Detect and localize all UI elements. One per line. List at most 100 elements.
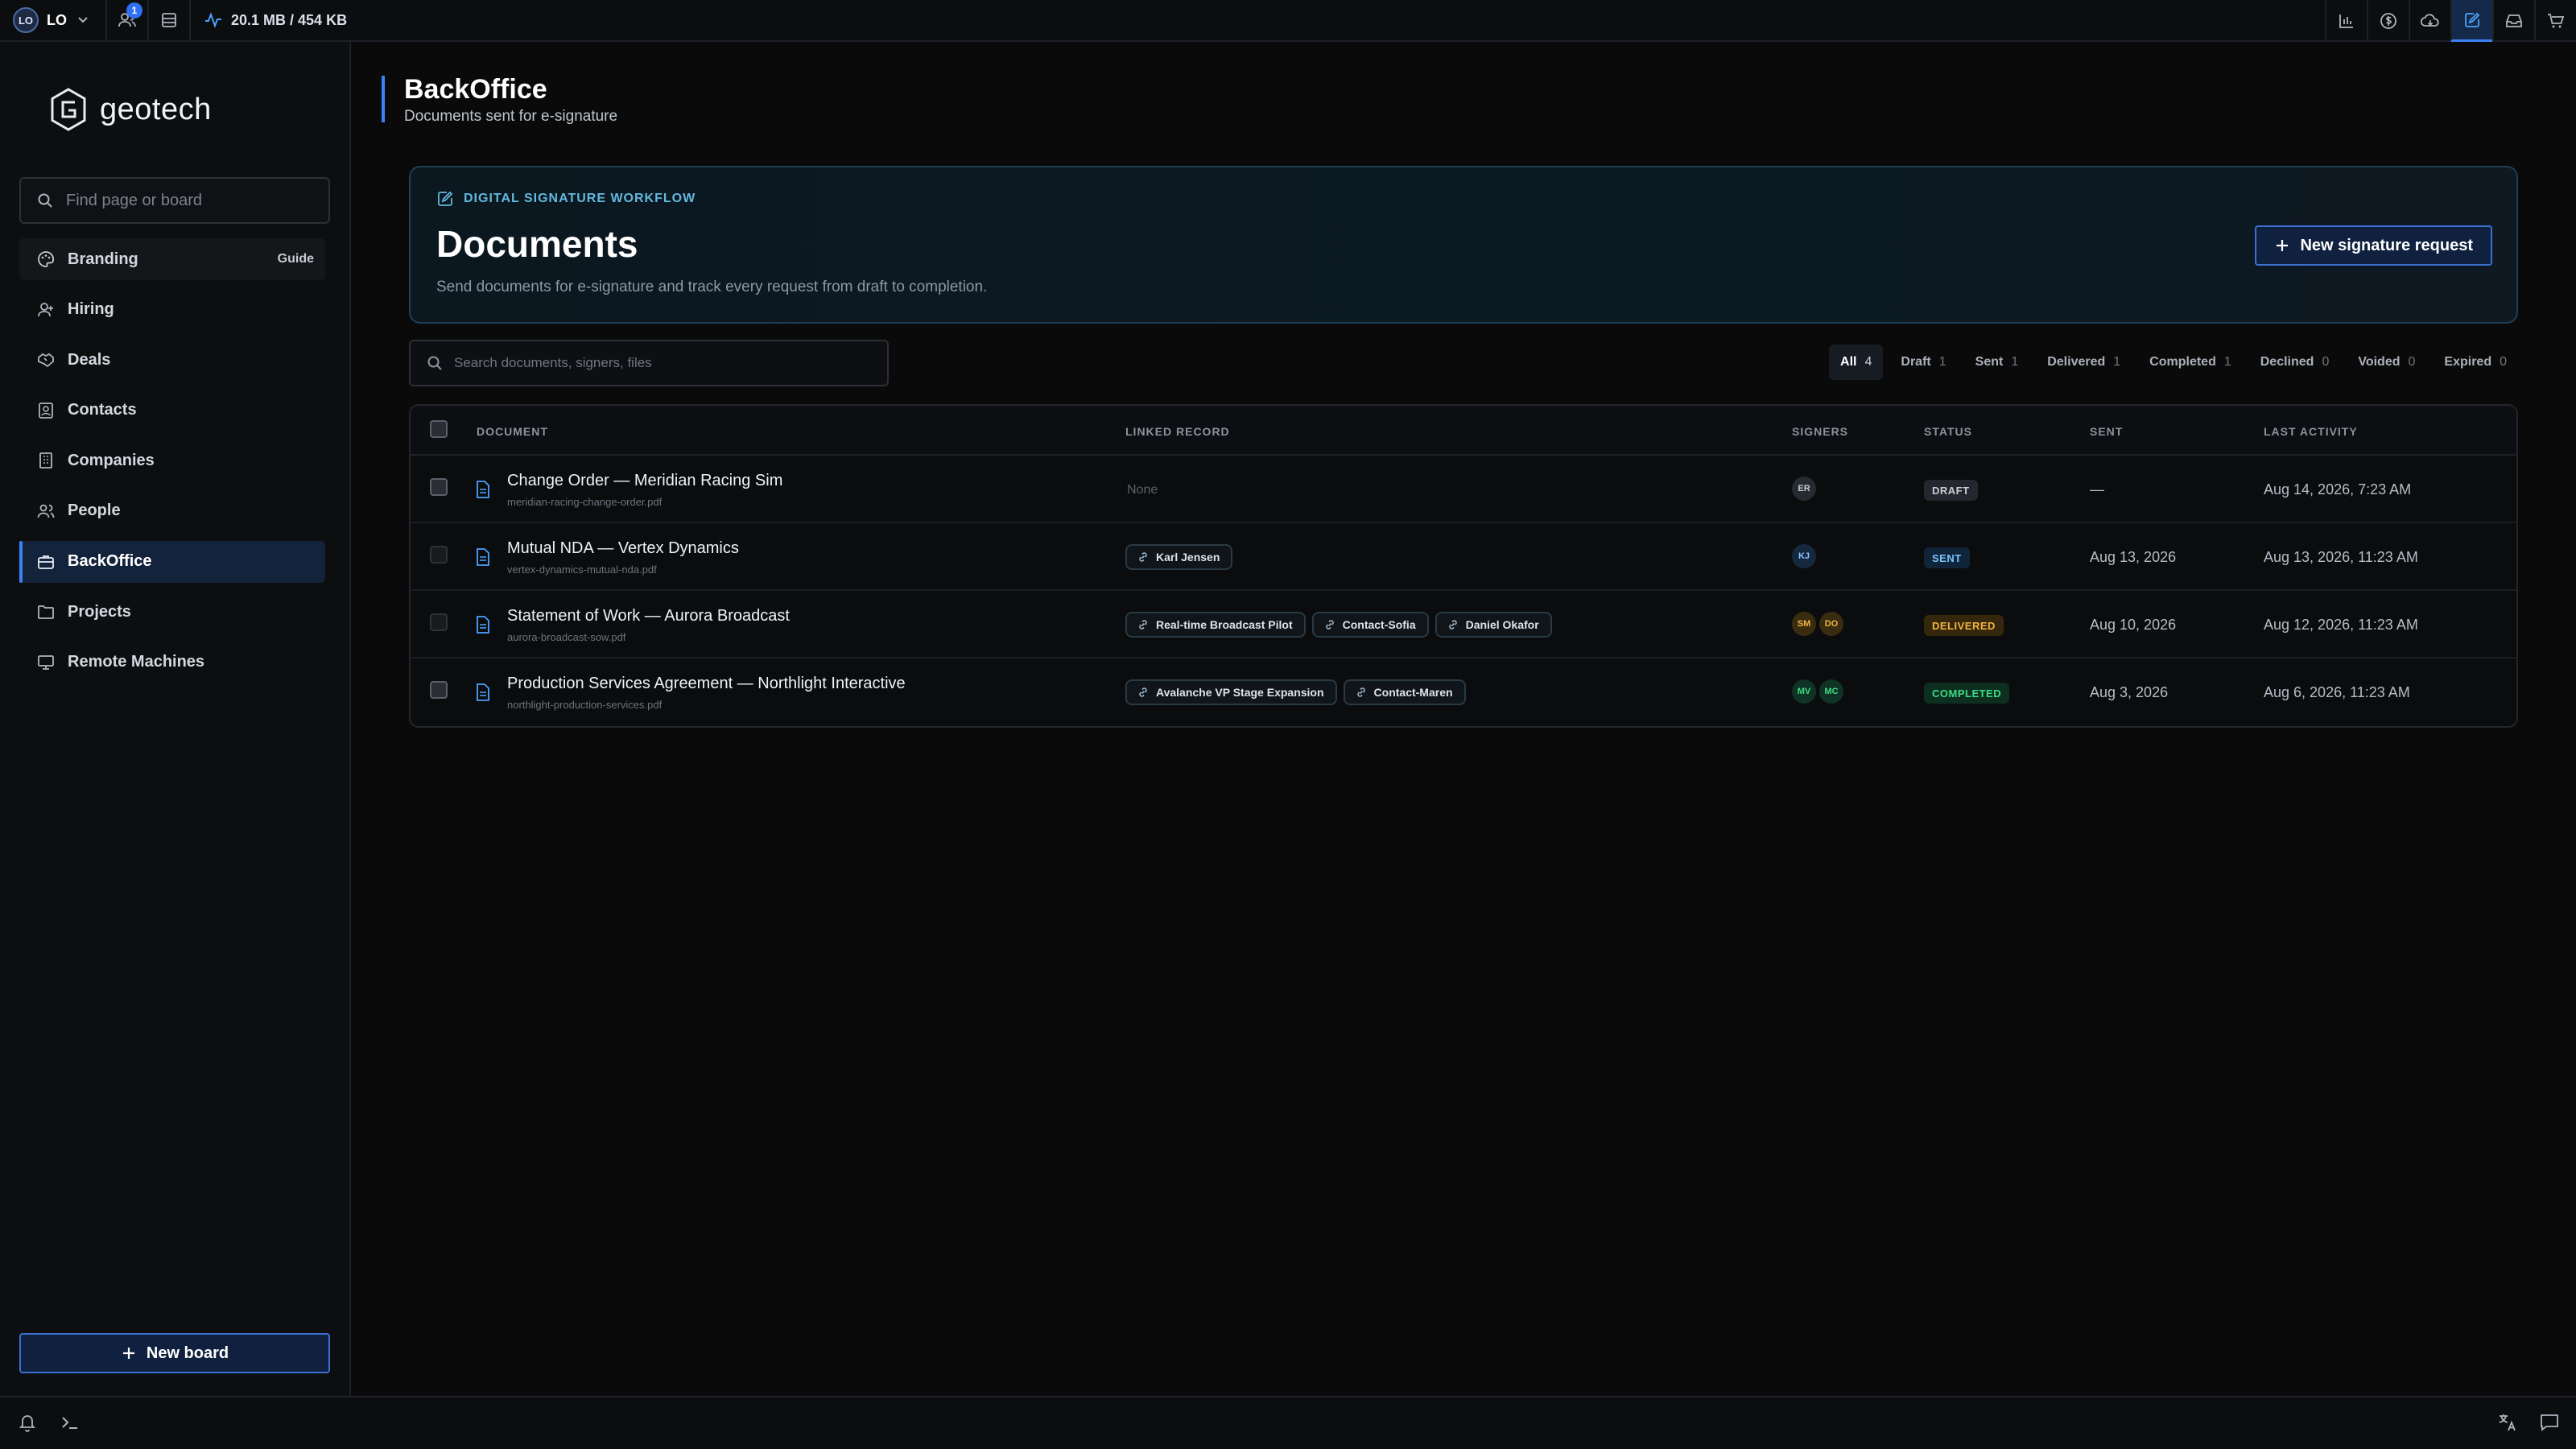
signer-avatar[interactable]: MC <box>1819 679 1843 704</box>
inbox-icon <box>2504 12 2524 30</box>
sidebar-item-companies[interactable]: Companies <box>19 440 325 481</box>
filter-count: 1 <box>2223 355 2231 369</box>
signer-avatar[interactable]: SM <box>1792 612 1816 636</box>
sent-date: Aug 10, 2026 <box>2090 617 2177 633</box>
new-board-label: New board <box>146 1344 229 1362</box>
filter-draft[interactable]: Draft 1 <box>1889 345 1957 380</box>
page-title: BackOffice <box>404 74 547 105</box>
sidebar-item-contacts[interactable]: Contacts <box>19 390 325 431</box>
guide-link[interactable]: Guide <box>278 252 314 266</box>
sidebar-search[interactable] <box>19 177 330 224</box>
sidebar-item-remote-machines[interactable]: Remote Machines <box>19 642 325 683</box>
row-checkbox[interactable] <box>430 478 448 496</box>
terminal-icon[interactable] <box>60 1412 80 1433</box>
linked-record-pill[interactable]: Real-time Broadcast Pilot <box>1125 612 1306 638</box>
table-row[interactable]: Change Order — Meridian Racing Sim merid… <box>411 456 2516 523</box>
filter-label: Expired <box>2444 355 2492 369</box>
filter-label: Sent <box>1975 355 2004 369</box>
table-row[interactable]: Mutual NDA — Vertex Dynamics vertex-dyna… <box>411 523 2516 591</box>
document-title[interactable]: Statement of Work — Aurora Broadcast <box>507 607 790 625</box>
linked-record-pill[interactable]: Karl Jensen <box>1125 544 1233 570</box>
last-activity: Aug 12, 2026, 11:23 AM <box>2264 617 2418 633</box>
filter-completed[interactable]: Completed 1 <box>2138 345 2243 380</box>
filter-expired[interactable]: Expired 0 <box>2433 345 2518 380</box>
row-checkbox[interactable] <box>430 613 448 631</box>
linked-record-none: None <box>1127 483 1158 497</box>
signers: ER <box>1792 477 1816 501</box>
sidebar-item-label: Contacts <box>68 401 137 419</box>
signer-avatar[interactable]: KJ <box>1792 544 1816 568</box>
column-header-signers[interactable]: SIGNERS <box>1792 425 1848 438</box>
cloud-sync-button[interactable] <box>2409 0 2450 42</box>
filter-sent[interactable]: Sent 1 <box>1964 345 2030 380</box>
filter-voided[interactable]: Voided 0 <box>2347 345 2426 380</box>
linked-record-label: Contact-Maren <box>1373 686 1453 699</box>
linked-record-label: Real-time Broadcast Pilot <box>1156 618 1293 631</box>
filter-delivered[interactable]: Delivered 1 <box>2036 345 2132 380</box>
signature-button[interactable] <box>2450 0 2492 42</box>
link-icon <box>1137 551 1150 564</box>
sidebar-item-people[interactable]: People <box>19 490 325 532</box>
document-search-input[interactable] <box>454 355 873 371</box>
bell-icon[interactable] <box>18 1412 37 1433</box>
link-icon <box>1137 686 1150 699</box>
workspace-switcher[interactable]: LO LO <box>0 0 107 41</box>
column-header-sent[interactable]: SENT <box>2090 425 2123 438</box>
linked-record-pill[interactable]: Daniel Okafor <box>1435 612 1552 638</box>
document-title[interactable]: Mutual NDA — Vertex Dynamics <box>507 539 739 558</box>
linked-record-label: Karl Jensen <box>1156 551 1220 564</box>
linked-record-pill[interactable]: Contact-Maren <box>1343 679 1466 705</box>
filter-all[interactable]: All 4 <box>1829 345 1884 380</box>
chat-icon[interactable] <box>2539 1412 2560 1433</box>
contact-card-icon <box>37 402 55 419</box>
document-title[interactable]: Change Order — Meridian Racing Sim <box>507 472 782 490</box>
filter-count: 1 <box>2011 355 2019 369</box>
column-header-status[interactable]: STATUS <box>1924 425 1972 438</box>
hero-description: Send documents for e-signature and track… <box>436 279 988 295</box>
document-search[interactable] <box>409 340 889 386</box>
filter-label: All <box>1840 355 1857 369</box>
linked-record-pill[interactable]: Avalanche VP Stage Expansion <box>1125 679 1337 705</box>
new-signature-request-button[interactable]: New signature request <box>2255 225 2492 266</box>
table-row[interactable]: Statement of Work — Aurora Broadcast aur… <box>411 591 2516 658</box>
sidebar-item-label: Projects <box>68 602 131 621</box>
sidebar-item-deals[interactable]: Deals <box>19 339 325 381</box>
sidebar-item-backoffice[interactable]: BackOffice <box>19 540 325 583</box>
translate-icon[interactable] <box>2497 1412 2518 1433</box>
column-header-document[interactable]: DOCUMENT <box>477 425 548 438</box>
cart-button[interactable] <box>2534 0 2576 42</box>
sidebar-search-input[interactable] <box>66 191 324 210</box>
select-all-checkbox[interactable] <box>430 420 448 438</box>
row-checkbox[interactable] <box>430 546 448 564</box>
signer-avatar[interactable]: MV <box>1792 679 1816 704</box>
link-icon <box>1355 686 1368 699</box>
new-signature-request-label: New signature request <box>2300 236 2473 254</box>
last-activity: Aug 14, 2026, 7:23 AM <box>2264 481 2412 497</box>
notification-badge: 1 <box>126 2 142 19</box>
linked-record-pill[interactable]: Contact-Sofia <box>1311 612 1429 638</box>
cloud-icon <box>2421 12 2440 30</box>
row-checkbox[interactable] <box>430 681 448 699</box>
analytics-button[interactable] <box>2325 0 2367 42</box>
signer-avatar[interactable]: ER <box>1792 477 1816 501</box>
table-row[interactable]: Production Services Agreement — Northlig… <box>411 658 2516 726</box>
sidebar-item-projects[interactable]: Projects <box>19 591 325 633</box>
document-title[interactable]: Production Services Agreement — Northlig… <box>507 675 906 693</box>
billing-button[interactable] <box>2367 0 2409 42</box>
column-header-linked-record[interactable]: LINKED RECORD <box>1125 425 1230 438</box>
sidebar-item-branding[interactable]: Branding Guide <box>19 238 325 280</box>
users-button[interactable]: 1 <box>107 0 149 41</box>
page-header: BackOffice Documents sent for e-signatur… <box>382 74 617 125</box>
brand-logo[interactable]: geotech <box>48 87 212 132</box>
signer-avatar[interactable]: DO <box>1819 612 1843 636</box>
sidebar-item-label: Hiring <box>68 300 114 319</box>
database-button[interactable] <box>149 0 191 41</box>
document-filename: northlight-production-services.pdf <box>507 699 663 711</box>
filter-declined[interactable]: Declined 0 <box>2249 345 2341 380</box>
new-board-button[interactable]: New board <box>19 1333 330 1373</box>
inbox-button[interactable] <box>2492 0 2534 42</box>
top-right-tools <box>2325 0 2576 42</box>
sidebar-item-hiring[interactable]: Hiring <box>19 289 325 331</box>
filter-label: Delivered <box>2047 355 2106 369</box>
column-header-last-activity[interactable]: LAST ACTIVITY <box>2264 425 2358 438</box>
